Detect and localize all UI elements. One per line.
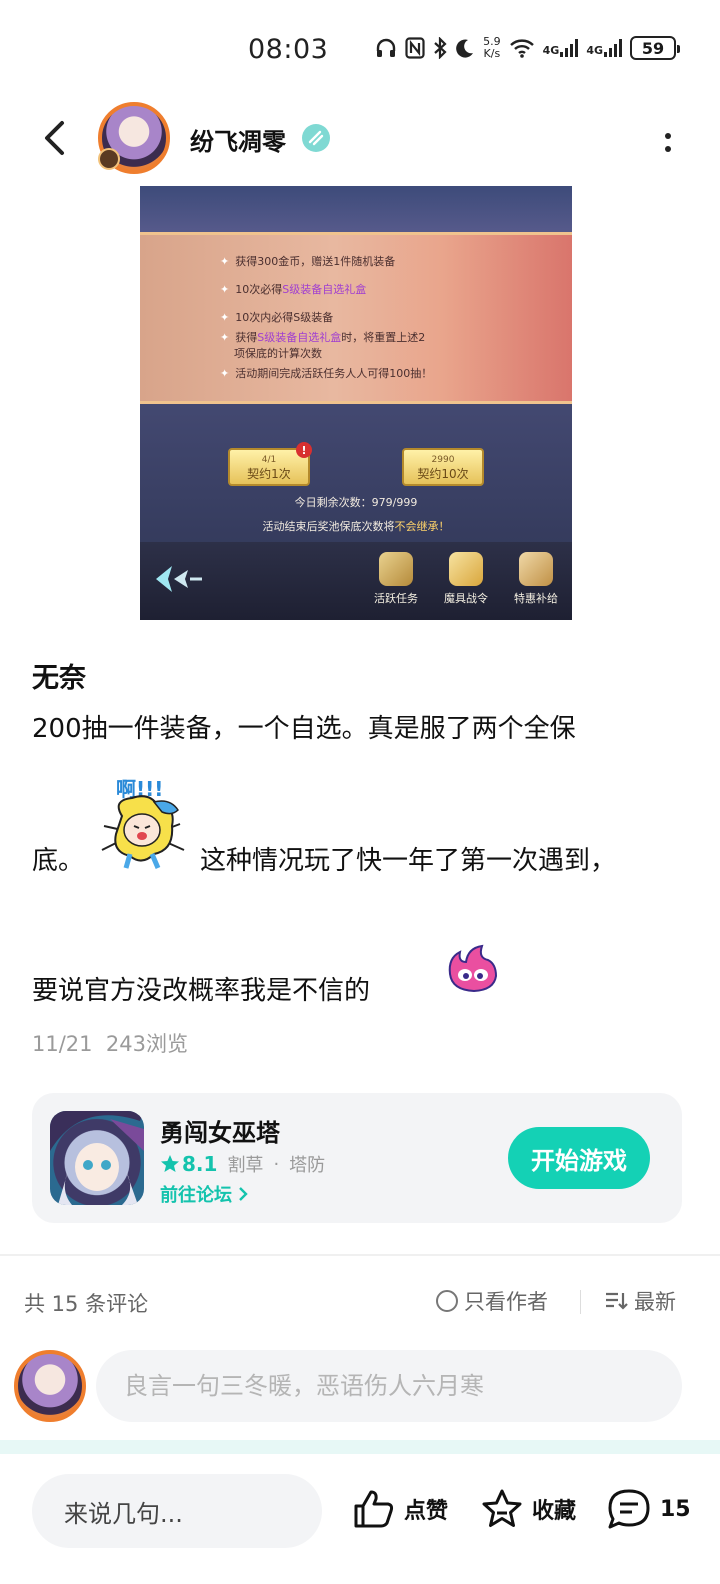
quick-comment-input[interactable]: 来说几句... xyxy=(32,1474,322,1548)
signal-2-label: 4G xyxy=(586,44,603,57)
star-outline-icon xyxy=(482,1489,522,1527)
crystal-icon xyxy=(449,552,483,586)
post-header: 纷飞凋零 xyxy=(0,100,720,180)
game-rating-row: 8.1 割草 · 塔防 xyxy=(160,1151,325,1177)
pink-flame-face-icon xyxy=(444,944,500,994)
forum-link[interactable]: 前往论坛 xyxy=(160,1181,248,1207)
image-warning: 活动结束后奖池保底次数将不会继承！ xyxy=(262,520,450,533)
radio-icon xyxy=(436,1290,458,1312)
comment-count: 15 xyxy=(660,1496,691,1522)
contract-once-cost: 4/1 xyxy=(261,455,277,465)
image-line: ✦ 活动期间完成活跃任务人人可得100抽！ xyxy=(220,367,433,380)
contract-once-label: 契约1次 xyxy=(247,467,291,481)
game-rating: 8.1 xyxy=(160,1152,217,1176)
notification-dot-icon: ! xyxy=(296,442,312,458)
comments-count: 共 15 条评论 xyxy=(24,1292,149,1316)
verified-badge-icon xyxy=(302,124,330,152)
contract-ten-label: 契约10次 xyxy=(417,467,469,481)
sort-icon xyxy=(606,1292,628,1310)
signal-bars-icon xyxy=(560,39,579,57)
post-text-line: 要说官方没改概率我是不信的 xyxy=(32,976,371,1006)
net-speed: 5.9 K/s xyxy=(483,36,501,60)
battery-level: 59 xyxy=(641,38,665,58)
user-avatar[interactable] xyxy=(14,1350,86,1422)
image-menu-item: 活跃任务 xyxy=(364,552,428,606)
game-icon[interactable] xyxy=(50,1111,144,1205)
net-speed-unit: K/s xyxy=(483,47,501,60)
contract-ten-cost: 2990 xyxy=(431,455,455,465)
nfc-icon xyxy=(405,37,425,59)
bluetooth-icon xyxy=(433,37,447,59)
sort-button[interactable]: 最新 xyxy=(604,1286,676,1316)
status-time: 08:03 xyxy=(248,34,329,65)
avatar-badge-icon xyxy=(98,148,120,170)
game-tag: 割草 xyxy=(227,1155,264,1176)
post-text-line: 200抽一件装备，一个自选。真是服了两个全保 xyxy=(32,714,576,744)
game-nav-arrow-icon xyxy=(156,566,202,592)
post-text-line: 这种情况玩了快一年了第一次遇到， xyxy=(200,846,617,876)
like-button[interactable]: 点赞 xyxy=(352,1488,448,1530)
image-info-panel: ✦ 获得300金币，赠送1件随机装备 ✦ 10次必得S级装备自选礼盒 ✦ 10次内必得… xyxy=(140,232,572,404)
more-options-button[interactable] xyxy=(656,124,680,160)
gift-box-icon xyxy=(519,552,553,586)
comment-bubble-icon xyxy=(608,1489,650,1529)
battery-icon: 59 xyxy=(630,36,680,60)
sort-label: 最新 xyxy=(634,1290,676,1314)
comments-button[interactable]: 15 xyxy=(606,1488,691,1530)
image-line: ✦ 获得300金币，赠送1件随机装备 xyxy=(220,255,396,268)
image-line: ✦ 10次必得S级装备自选礼盒 xyxy=(220,283,367,296)
comment-input[interactable] xyxy=(96,1350,682,1422)
signal-1-label: 4G xyxy=(542,44,560,57)
image-line: 项保底的计算次数 xyxy=(234,347,322,360)
moon-icon xyxy=(455,38,475,58)
contract-ten-button: 2990 契约10次 xyxy=(402,448,484,486)
thumbs-up-icon xyxy=(354,1490,394,1528)
post-text-line: 底。 xyxy=(32,846,85,876)
shouting-girl-sticker-icon: 啊!!! xyxy=(92,770,196,874)
author-name[interactable]: 纷飞凋零 xyxy=(190,122,286,157)
like-label: 点赞 xyxy=(404,1499,449,1524)
image-line: ✦ 获得S级装备自选礼盒时，将重置上述2 xyxy=(220,331,426,344)
quest-scroll-icon xyxy=(379,552,413,586)
game-rating-value: 8.1 xyxy=(182,1152,218,1176)
image-remaining-count: 今日剩余次数：979/999 xyxy=(294,496,418,509)
post-image[interactable]: ✦ 获得300金币，赠送1件随机装备 ✦ 10次必得S级装备自选礼盒 ✦ 10次内必得… xyxy=(140,186,572,620)
back-button[interactable] xyxy=(34,116,74,160)
signal-1: 4G xyxy=(543,39,579,57)
post-views: 243浏览 xyxy=(105,1032,188,1056)
bottom-action-bar: 来说几句... 点赞 收藏 15 xyxy=(0,1454,720,1584)
favorite-label: 收藏 xyxy=(532,1499,577,1524)
game-card[interactable]: 勇闯女巫塔 8.1 割草 · 塔防 前往论坛 开始游戏 xyxy=(32,1093,682,1223)
promo-strip xyxy=(0,1440,720,1454)
forum-link-label: 前往论坛 xyxy=(160,1185,232,1206)
back-arrow-icon xyxy=(45,121,64,155)
post-title: 无奈 xyxy=(32,663,86,694)
tag-separator: · xyxy=(273,1153,280,1175)
post-date: 11/21 xyxy=(32,1032,93,1056)
status-icons: 5.9 K/s 4G 4G 59 xyxy=(375,36,680,60)
headphones-icon xyxy=(375,37,397,59)
chevron-right-icon xyxy=(239,1187,248,1201)
game-name[interactable]: 勇闯女巫塔 xyxy=(160,1113,280,1148)
image-menu-item: 特惠补给 xyxy=(504,552,568,606)
signal-bars-icon xyxy=(604,39,622,57)
start-game-button[interactable]: 开始游戏 xyxy=(508,1127,650,1189)
wifi-icon xyxy=(509,38,535,58)
favorite-button[interactable]: 收藏 xyxy=(480,1488,576,1530)
only-author-toggle[interactable]: 只看作者 xyxy=(436,1286,548,1316)
image-line: ✦ 10次内必得S级装备 xyxy=(220,311,334,324)
image-bottom-menu: 活跃任务 魔具战令 特惠补给 xyxy=(140,542,572,620)
divider xyxy=(580,1290,581,1314)
section-divider xyxy=(0,1254,720,1256)
game-tag: 塔防 xyxy=(289,1155,326,1176)
star-icon xyxy=(161,1155,179,1172)
only-author-label: 只看作者 xyxy=(464,1290,548,1314)
signal-2: 4G xyxy=(586,39,622,57)
status-bar: 08:03 5.9 K/s 4G 4G 59 xyxy=(0,0,720,100)
post-meta: 11/21 243浏览 xyxy=(32,1028,188,1058)
image-menu-item: 魔具战令 xyxy=(434,552,498,606)
